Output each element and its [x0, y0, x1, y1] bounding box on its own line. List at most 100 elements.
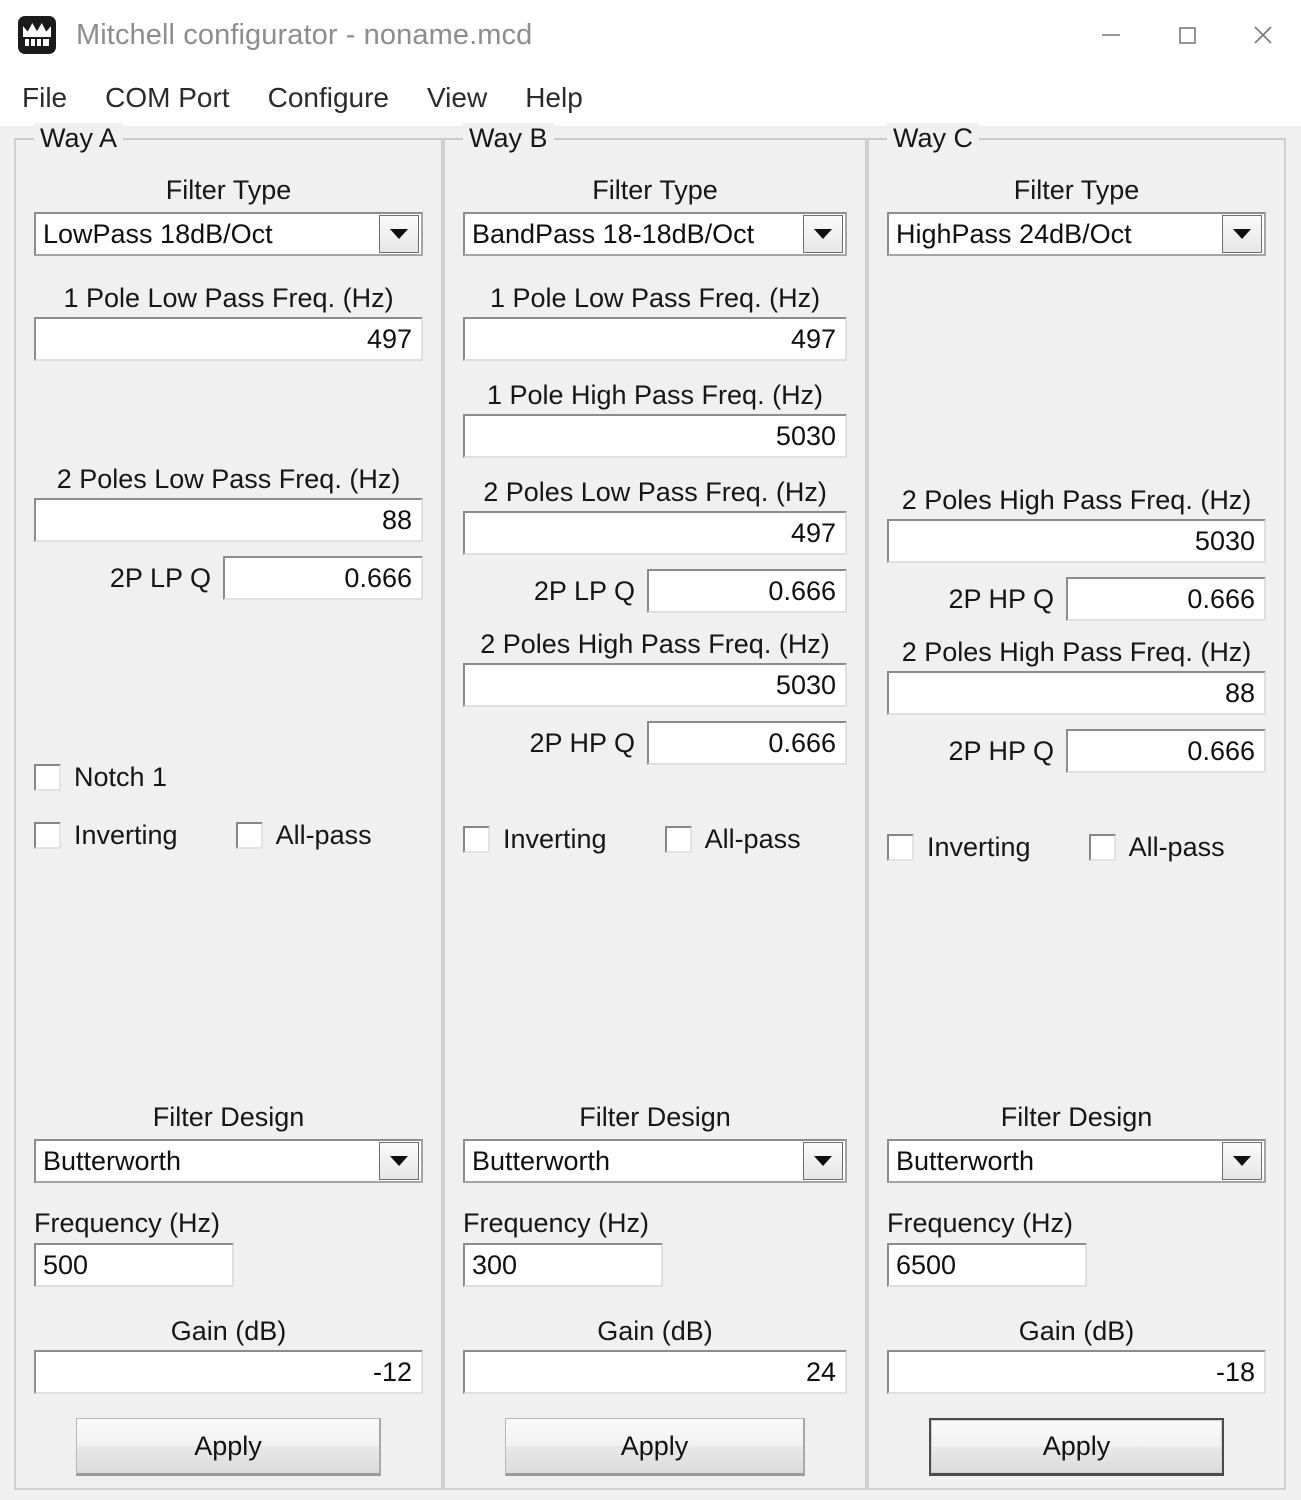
way-a-gain-value: -12 — [372, 1356, 412, 1387]
way-a-1p-lp-label: 1 Pole Low Pass Freq. (Hz) — [63, 283, 394, 313]
minimize-icon — [1102, 34, 1120, 36]
way-a-frequency-input[interactable]: 500 — [34, 1243, 234, 1287]
way-c-apply-label: Apply — [931, 1420, 1222, 1473]
way-c-frequency-input[interactable]: 6500 — [887, 1243, 1087, 1287]
menu-item-configure[interactable]: Configure — [268, 82, 389, 114]
way-b-filter-type-value: BandPass 18-18dB/Oct — [472, 218, 755, 249]
way-a-inverting-label: Inverting — [74, 820, 178, 850]
way-c-2p-hp-1-value: 5030 — [1194, 525, 1255, 556]
way-c-2p-hp-q-1-input[interactable]: 0.666 — [1066, 577, 1266, 621]
maximize-icon — [1179, 27, 1196, 44]
way-a-filter-design-label: Filter Design — [152, 1102, 305, 1132]
checkbox-box — [34, 764, 61, 791]
checkbox-box — [664, 826, 692, 853]
way-b-frequency-label: Frequency (Hz) — [463, 1208, 650, 1238]
way-b-gain-input[interactable]: 24 — [463, 1350, 847, 1394]
way-c-filter-design-combo[interactable]: Butterworth — [887, 1139, 1266, 1183]
way-a-1p-lp-input[interactable]: 497 — [34, 317, 423, 361]
minimize-button[interactable] — [1073, 0, 1149, 70]
menu-item-file[interactable]: File — [22, 82, 67, 114]
way-b-filter-type-dropdown-button[interactable] — [803, 215, 843, 253]
way-a-filter-type-dropdown-button[interactable] — [379, 215, 419, 253]
way-a-allpass-checkbox[interactable]: All-pass — [235, 820, 372, 851]
way-c-filter-type-dropdown-button[interactable] — [1222, 215, 1262, 253]
menu-item-help[interactable]: Help — [525, 82, 583, 114]
way-b-inverting-checkbox[interactable]: Inverting — [463, 824, 607, 855]
window-controls — [1073, 0, 1301, 70]
menu-item-com-port[interactable]: COM Port — [105, 82, 229, 114]
way-b-filter-type-label: Filter Type — [592, 175, 718, 205]
close-button[interactable] — [1225, 0, 1301, 70]
way-b-2p-lp-q-label: 2P LP Q — [533, 575, 635, 606]
way-b-2p-hp-q-input[interactable]: 0.666 — [647, 721, 847, 765]
way-a-2p-lp-q-value: 0.666 — [344, 562, 412, 593]
way-b-2p-hp-input[interactable]: 5030 — [463, 663, 847, 707]
way-b-allpass-label: All-pass — [704, 824, 801, 854]
way-a-filter-type-label: Filter Type — [165, 175, 292, 205]
way-b-gain-value: 24 — [805, 1356, 836, 1387]
way-b-2p-lp-label: 2 Poles Low Pass Freq. (Hz) — [483, 477, 827, 507]
way-a-inverting-checkbox[interactable]: Inverting — [34, 820, 178, 851]
way-c-2p-hp-q-1-label: 2P HP Q — [948, 583, 1054, 614]
way-c-inverting-checkbox[interactable]: Inverting — [887, 832, 1031, 863]
way-b-filter-design-label: Filter Design — [579, 1102, 731, 1132]
way-a-notch1-checkbox[interactable]: Notch 1 — [34, 762, 167, 793]
chevron-down-icon — [390, 229, 408, 239]
way-c-2p-hp-q-2-input[interactable]: 0.666 — [1066, 729, 1266, 773]
way-c-allpass-checkbox[interactable]: All-pass — [1088, 832, 1225, 863]
menu-item-view[interactable]: View — [427, 82, 487, 114]
way-a-filter-design-dropdown-button[interactable] — [379, 1142, 419, 1180]
way-b-2p-lp-q-input[interactable]: 0.666 — [647, 569, 847, 613]
way-a-2p-lp-q-input[interactable]: 0.666 — [223, 556, 423, 600]
way-c-2p-hp-1-label: 2 Poles High Pass Freq. (Hz) — [901, 485, 1252, 515]
way-c-2p-hp-q-2-value: 0.666 — [1187, 735, 1255, 766]
way-a-apply-label: Apply — [194, 1430, 262, 1461]
way-a-gain-input[interactable]: -12 — [34, 1350, 423, 1394]
way-a-frequency-label: Frequency (Hz) — [34, 1208, 221, 1238]
chevron-down-icon — [1233, 229, 1251, 239]
way-a-filter-type-combo[interactable]: LowPass 18dB/Oct — [34, 212, 423, 256]
way-a-filter-type-value: LowPass 18dB/Oct — [43, 218, 273, 249]
way-a-notch1-label: Notch 1 — [74, 762, 168, 792]
way-c-apply-button[interactable]: Apply — [929, 1418, 1224, 1476]
way-b-frequency-value: 300 — [472, 1249, 518, 1280]
checkbox-box — [235, 822, 263, 849]
way-a-1p-lp-value: 497 — [366, 323, 412, 354]
maximize-button[interactable] — [1149, 0, 1225, 70]
way-b-2p-hp-q-label: 2P HP Q — [529, 727, 635, 758]
way-b-2p-lp-input[interactable]: 497 — [463, 511, 847, 555]
way-b-apply-button[interactable]: Apply — [505, 1418, 805, 1476]
way-b-filter-design-combo[interactable]: Butterworth — [463, 1139, 847, 1183]
app-icon-base — [25, 39, 49, 46]
way-c-filter-type-label: Filter Type — [1013, 175, 1140, 205]
way-c-2p-hp-2-input[interactable]: 88 — [887, 671, 1266, 715]
way-c-filter-type-combo[interactable]: HighPass 24dB/Oct — [887, 212, 1266, 256]
way-a-2p-lp-input[interactable]: 88 — [34, 498, 423, 542]
way-b-frequency-input[interactable]: 300 — [463, 1243, 663, 1287]
way-a-filter-design-combo[interactable]: Butterworth — [34, 1139, 423, 1183]
way-b-filter-design-dropdown-button[interactable] — [803, 1142, 843, 1180]
way-c-filter-type-value: HighPass 24dB/Oct — [896, 218, 1132, 249]
way-b-filter-type-combo[interactable]: BandPass 18-18dB/Oct — [463, 212, 847, 256]
way-b-allpass-checkbox[interactable]: All-pass — [664, 824, 801, 855]
way-b-1p-hp-label: 1 Pole High Pass Freq. (Hz) — [486, 380, 824, 410]
way-c-group: Way C Filter Type HighPass 24dB/Oct 2 Po… — [867, 123, 1286, 1490]
way-c-2p-hp-2-value: 88 — [1224, 677, 1255, 708]
way-c-filter-design-dropdown-button[interactable] — [1222, 1142, 1262, 1180]
way-b-apply-label: Apply — [620, 1430, 689, 1461]
way-a-group: Way A Filter Type LowPass 18dB/Oct 1 Pol… — [14, 123, 443, 1490]
app-icon-crown — [23, 23, 51, 37]
way-c-2p-hp-1-input[interactable]: 5030 — [887, 519, 1266, 563]
way-b-1p-hp-input[interactable]: 5030 — [463, 414, 847, 458]
way-c-allpass-label: All-pass — [1128, 832, 1225, 862]
way-c-gain-label: Gain (dB) — [1018, 1316, 1135, 1346]
way-c-gain-input[interactable]: -18 — [887, 1350, 1266, 1394]
way-a-apply-button[interactable]: Apply — [76, 1418, 381, 1476]
window-title: Mitchell configurator - noname.mcd — [76, 18, 533, 51]
title-bar: Mitchell configurator - noname.mcd — [0, 0, 1301, 70]
way-c-inverting-label: Inverting — [927, 832, 1031, 862]
way-b-inverting-label: Inverting — [503, 824, 607, 854]
way-b-1p-lp-input[interactable]: 497 — [463, 317, 847, 361]
way-a-2p-lp-value: 88 — [381, 504, 412, 535]
way-c-2p-hp-2-label: 2 Poles High Pass Freq. (Hz) — [901, 637, 1252, 667]
